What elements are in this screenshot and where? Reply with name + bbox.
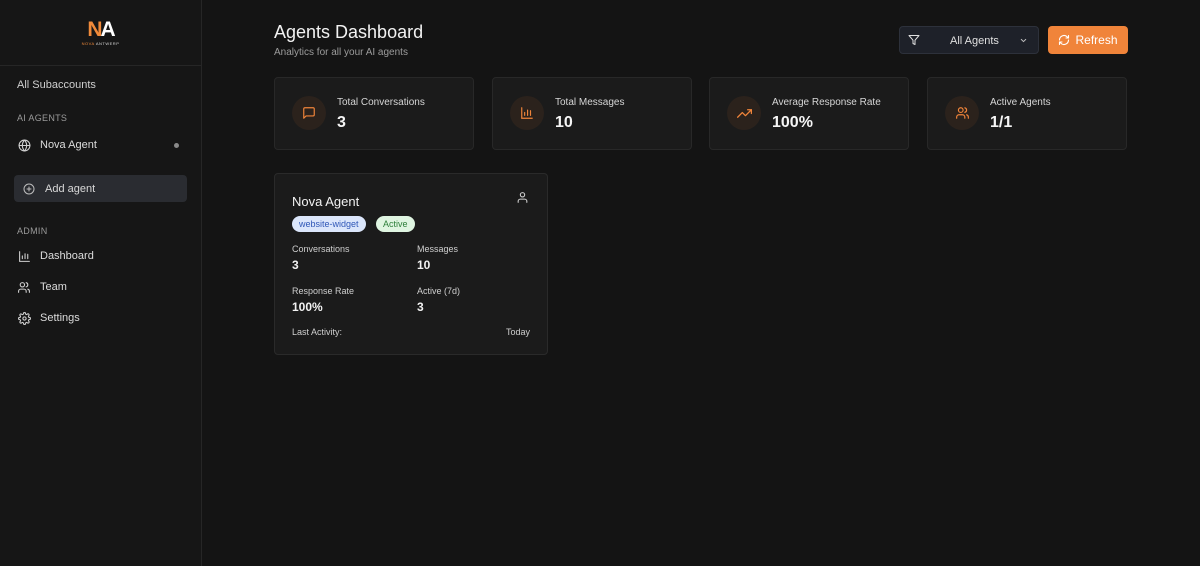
logo-word-nova: NOVA [81, 41, 95, 46]
logo-word-antwerp: ANTWERP [95, 41, 120, 46]
sidebar-item-label: Team [40, 281, 67, 293]
message-square-icon [292, 96, 326, 130]
page-title: Agents Dashboard [274, 22, 424, 42]
agent-name: Nova Agent [292, 194, 360, 209]
stat-value: 1/1 [990, 114, 1013, 131]
metric-label-conversations: Conversations [292, 244, 350, 254]
stat-card-total-messages: Total Messages 10 [492, 77, 692, 150]
filter-icon [908, 34, 920, 46]
gear-icon [17, 311, 31, 325]
sidebar-item-label: Dashboard [40, 250, 94, 262]
refresh-icon [1058, 34, 1070, 46]
refresh-label: Refresh [1075, 33, 1118, 47]
add-agent-button[interactable]: Add agent [14, 175, 187, 202]
stat-label: Active Agents [990, 97, 1051, 108]
globe-icon [17, 138, 31, 152]
stat-label: Total Conversations [337, 97, 425, 108]
last-activity-value: Today [505, 327, 530, 337]
section-label-ai-agents: AI AGENTS [17, 113, 68, 123]
last-activity-label: Last Activity: [292, 327, 343, 337]
stat-value: 100% [772, 114, 813, 131]
logo-wordmark: NOVA ANTWERP [82, 41, 120, 46]
filter-value: All Agents [950, 35, 999, 47]
stat-card-active-agents: Active Agents 1/1 [927, 77, 1127, 150]
metric-label-response-rate: Response Rate [292, 286, 355, 296]
all-subaccounts-link[interactable]: All Subaccounts [17, 79, 96, 91]
refresh-button[interactable]: Refresh [1048, 26, 1128, 54]
add-agent-label: Add agent [45, 182, 96, 195]
stat-label: Total Messages [555, 97, 625, 108]
sidebar-item-label: Settings [40, 312, 80, 324]
sidebar-item-team[interactable]: Team [17, 277, 187, 297]
metric-value-active-7d: 3 [417, 300, 424, 314]
chevron-down-icon [1019, 36, 1028, 45]
users-icon [17, 280, 31, 294]
logo-letter-a: A [100, 18, 116, 41]
logo-mark: NA [87, 18, 116, 41]
logo[interactable]: NA NOVA ANTWERP [0, 0, 201, 66]
channel-badge: website-widget [292, 216, 366, 232]
status-dot [174, 142, 179, 148]
bar-chart-icon [510, 96, 544, 130]
agent-card[interactable]: Nova Agent website-widget Active Convers… [274, 173, 548, 355]
metric-value-conversations: 3 [292, 258, 299, 272]
section-label-admin: ADMIN [17, 226, 48, 236]
agent-filter-select[interactable]: All Agents [899, 26, 1039, 54]
sidebar-item-settings[interactable]: Settings [17, 308, 187, 328]
metric-value-response-rate: 100% [292, 300, 323, 314]
page-subtitle: Analytics for all your AI agents [274, 47, 408, 58]
plus-circle-icon [22, 182, 35, 195]
stat-value: 10 [555, 114, 573, 131]
users-icon [945, 96, 979, 130]
bar-chart-icon [17, 249, 31, 263]
stat-card-total-conversations: Total Conversations 3 [274, 77, 474, 150]
metric-label-active-7d: Active (7d) [417, 286, 461, 296]
sidebar-item-dashboard[interactable]: Dashboard [17, 246, 187, 266]
stat-card-average-response-rate: Average Response Rate 100% [709, 77, 909, 150]
sidebar: NA NOVA ANTWERP All Subaccounts AI AGENT… [0, 0, 202, 566]
sidebar-item-label: Nova Agent [40, 139, 97, 151]
stat-value: 3 [337, 114, 346, 131]
metric-value-messages: 10 [417, 258, 431, 272]
metric-label-messages: Messages [417, 244, 459, 254]
sidebar-item-nova-agent[interactable]: Nova Agent [17, 135, 187, 155]
logo-letter-n: N [87, 18, 102, 41]
stat-label: Average Response Rate [772, 97, 881, 108]
status-badge: Active [376, 216, 415, 232]
user-icon[interactable] [516, 191, 530, 205]
trending-up-icon [727, 96, 761, 130]
